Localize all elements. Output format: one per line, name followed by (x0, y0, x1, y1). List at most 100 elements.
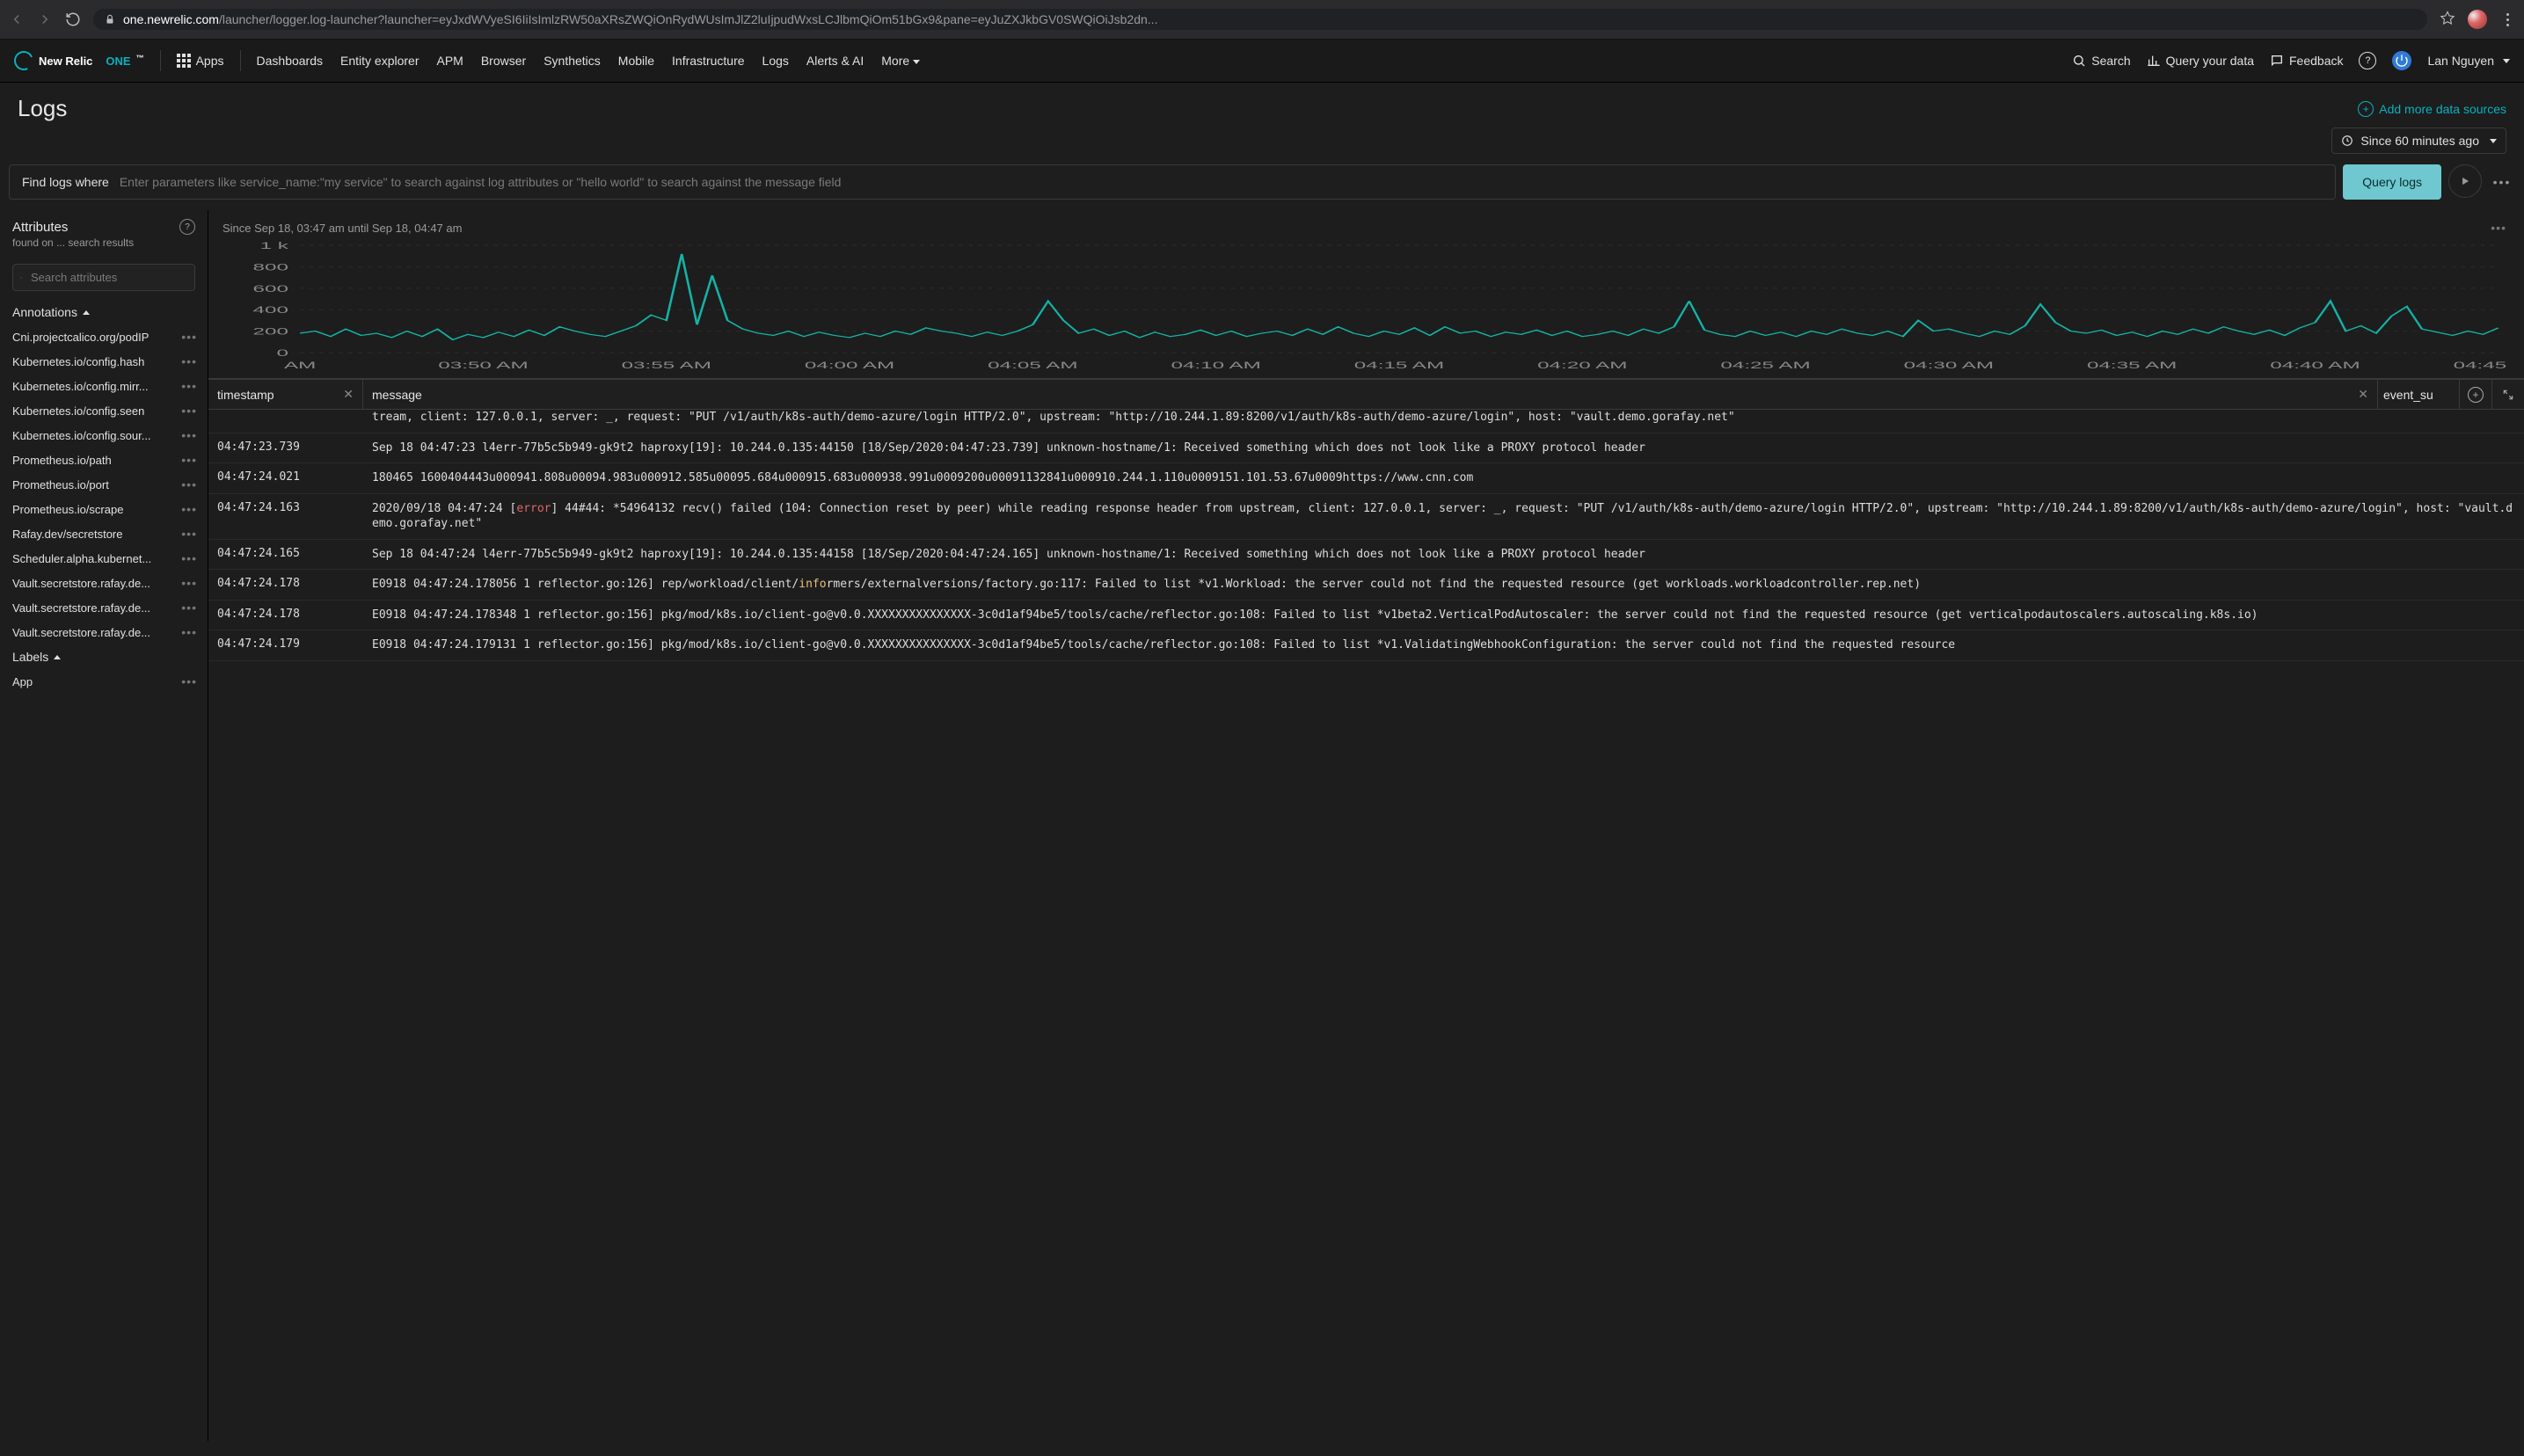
nav-logs[interactable]: Logs (762, 54, 789, 68)
cell-timestamp: 04:47:24.021 (208, 463, 363, 493)
brand-logo[interactable]: New Relic ONE ™ (14, 51, 144, 70)
apps-grid-icon (177, 54, 191, 68)
item-menu-icon[interactable]: ••• (178, 354, 201, 368)
query-input[interactable] (118, 174, 2323, 190)
annotation-item[interactable]: Scheduler.alpha.kubernet...••• (0, 546, 208, 571)
attributes-search-input[interactable] (29, 270, 187, 285)
chrome-menu-icon[interactable] (2499, 11, 2515, 27)
nav-infrastructure[interactable]: Infrastructure (672, 54, 744, 68)
annotation-item[interactable]: Prometheus.io/port••• (0, 472, 208, 497)
item-menu-icon[interactable]: ••• (178, 551, 201, 565)
chrome-profile-avatar[interactable] (2468, 10, 2487, 29)
nav-mobile[interactable]: Mobile (618, 54, 654, 68)
table-row[interactable]: 04:47:24.021180465 1600404443u000941.808… (208, 463, 2524, 494)
bookmark-star-icon[interactable] (2440, 11, 2455, 29)
item-menu-icon[interactable]: ••• (178, 601, 201, 615)
nav-browser[interactable]: Browser (481, 54, 526, 68)
annotation-item[interactable]: Kubernetes.io/config.mirr...••• (0, 374, 208, 398)
item-menu-icon[interactable]: ••• (178, 625, 201, 639)
time-range-label: Since 60 minutes ago (2360, 134, 2479, 148)
table-row[interactable]: 04:47:24.179E0918 04:47:24.179131 1 refl… (208, 630, 2524, 661)
address-bar[interactable]: one.newrelic.com/launcher/logger.log-lau… (93, 9, 2427, 30)
item-menu-icon[interactable]: ••• (178, 576, 201, 590)
cell-message: Sep 18 04:47:24 l4err-77b5c5b949-gk9t2 h… (363, 540, 2524, 570)
annotation-item[interactable]: Vault.secretstore.rafay.de... ••• (0, 620, 208, 644)
item-menu-icon[interactable]: ••• (178, 527, 201, 541)
annotation-item-label: Vault.secretstore.rafay.de... (12, 626, 150, 639)
add-column-button[interactable]: + (2460, 380, 2492, 409)
back-button[interactable] (9, 11, 25, 27)
search-button[interactable]: Search (2072, 54, 2130, 68)
table-row[interactable]: 04:47:24.178E0918 04:47:24.178056 1 refl… (208, 570, 2524, 601)
table-row[interactable]: 04:47:24.165Sep 18 04:47:24 l4err-77b5c5… (208, 540, 2524, 571)
query-logs-button[interactable]: Query logs (2343, 164, 2441, 200)
column-extra[interactable]: event_su (2378, 380, 2460, 409)
annotations-section-toggle[interactable]: Annotations (0, 300, 208, 324)
annotation-item[interactable]: Prometheus.io/path••• (0, 448, 208, 472)
column-timestamp[interactable]: timestamp ✕ (208, 380, 363, 409)
annotation-item[interactable]: Vault.secretstore.rafay.de...••• (0, 571, 208, 595)
add-data-sources-link[interactable]: + Add more data sources (2358, 101, 2506, 117)
log-rows[interactable]: tream, client: 127.0.0.1, server: _, req… (208, 410, 2524, 1441)
nav-apm[interactable]: APM (437, 54, 463, 68)
cell-timestamp: 04:47:24.178 (208, 601, 363, 630)
attributes-search[interactable] (12, 264, 195, 291)
user-name: Lan Nguyen (2427, 54, 2494, 68)
remove-column-icon[interactable]: ✕ (343, 387, 354, 402)
annotation-item[interactable]: Kubernetes.io/config.seen••• (0, 398, 208, 423)
help-icon[interactable]: ? (179, 219, 195, 235)
annotation-item[interactable]: Prometheus.io/scrape••• (0, 497, 208, 521)
brand-tm: ™ (136, 54, 144, 62)
column-message[interactable]: message ✕ (363, 380, 2378, 409)
user-menu[interactable]: Lan Nguyen (2427, 54, 2510, 68)
expand-button[interactable] (2492, 380, 2524, 409)
more-actions-button[interactable]: ••• (2489, 164, 2515, 200)
reload-button[interactable] (65, 11, 81, 27)
item-menu-icon[interactable]: ••• (178, 404, 201, 418)
annotation-item[interactable]: Kubernetes.io/config.hash ••• (0, 349, 208, 374)
annotation-item[interactable]: Rafay.dev/secretstore••• (0, 521, 208, 546)
nav-more[interactable]: More (881, 54, 920, 68)
table-row[interactable]: 04:47:24.178E0918 04:47:24.178348 1 refl… (208, 601, 2524, 631)
annotation-item[interactable]: Kubernetes.io/config.sour...••• (0, 423, 208, 448)
nav-dashboards[interactable]: Dashboards (257, 54, 324, 68)
help-button[interactable]: ? (2359, 52, 2376, 69)
svg-text:04:20 AM: 04:20 AM (1537, 360, 1627, 370)
item-menu-icon[interactable]: ••• (178, 674, 201, 688)
nav-alerts-ai[interactable]: Alerts & AI (806, 54, 864, 68)
forward-button[interactable] (37, 11, 53, 27)
apps-button[interactable]: Apps (177, 54, 224, 68)
separator (160, 50, 161, 71)
nav-entity-explorer[interactable]: Entity explorer (340, 54, 419, 68)
table-row[interactable]: 04:47:24.1632020/09/18 04:47:24 [error] … (208, 494, 2524, 540)
content-area: Since Sep 18, 03:47 am until Sep 18, 04:… (208, 210, 2524, 1441)
nav-synthetics[interactable]: Synthetics (543, 54, 601, 68)
annotation-item[interactable]: Vault.secretstore.rafay.de...••• (0, 595, 208, 620)
annotation-item-label: Kubernetes.io/config.hash (12, 355, 144, 368)
feedback-button[interactable]: Feedback (2270, 54, 2343, 68)
table-row[interactable]: 04:47:23.739Sep 18 04:47:23 l4err-77b5c5… (208, 433, 2524, 464)
table-row[interactable]: tream, client: 127.0.0.1, server: _, req… (208, 410, 2524, 433)
nav-items: Dashboards Entity explorer APM Browser Synth… (257, 54, 921, 68)
remove-column-icon[interactable]: ✕ (2358, 387, 2368, 402)
label-item[interactable]: App••• (0, 669, 208, 694)
item-menu-icon[interactable]: ••• (178, 502, 201, 516)
play-button[interactable] (2448, 164, 2482, 198)
chart-canvas[interactable]: 02004006008001 kAM03:50 AM03:55 AM04:00 … (222, 240, 2510, 375)
chart-menu-button[interactable]: ••• (2487, 221, 2510, 235)
annotation-item[interactable]: Cni.projectcalico.org/podIP ••• (0, 324, 208, 349)
query-input-box[interactable]: Find logs where (9, 164, 2336, 200)
svg-text:1 k: 1 k (260, 240, 289, 251)
labels-section-toggle[interactable]: Labels (0, 644, 208, 669)
user-avatar[interactable] (2392, 51, 2411, 70)
expand-icon (2502, 389, 2514, 401)
query-data-button[interactable]: Query your data (2147, 54, 2254, 68)
time-range-picker[interactable]: Since 60 minutes ago (2331, 127, 2506, 154)
item-menu-icon[interactable]: ••• (178, 453, 201, 467)
item-menu-icon[interactable]: ••• (178, 428, 201, 442)
item-menu-icon[interactable]: ••• (178, 477, 201, 491)
item-menu-icon[interactable]: ••• (178, 379, 201, 393)
item-menu-icon[interactable]: ••• (178, 330, 201, 344)
annotation-item-label: Cni.projectcalico.org/podIP (12, 331, 149, 344)
cell-timestamp (208, 410, 363, 433)
